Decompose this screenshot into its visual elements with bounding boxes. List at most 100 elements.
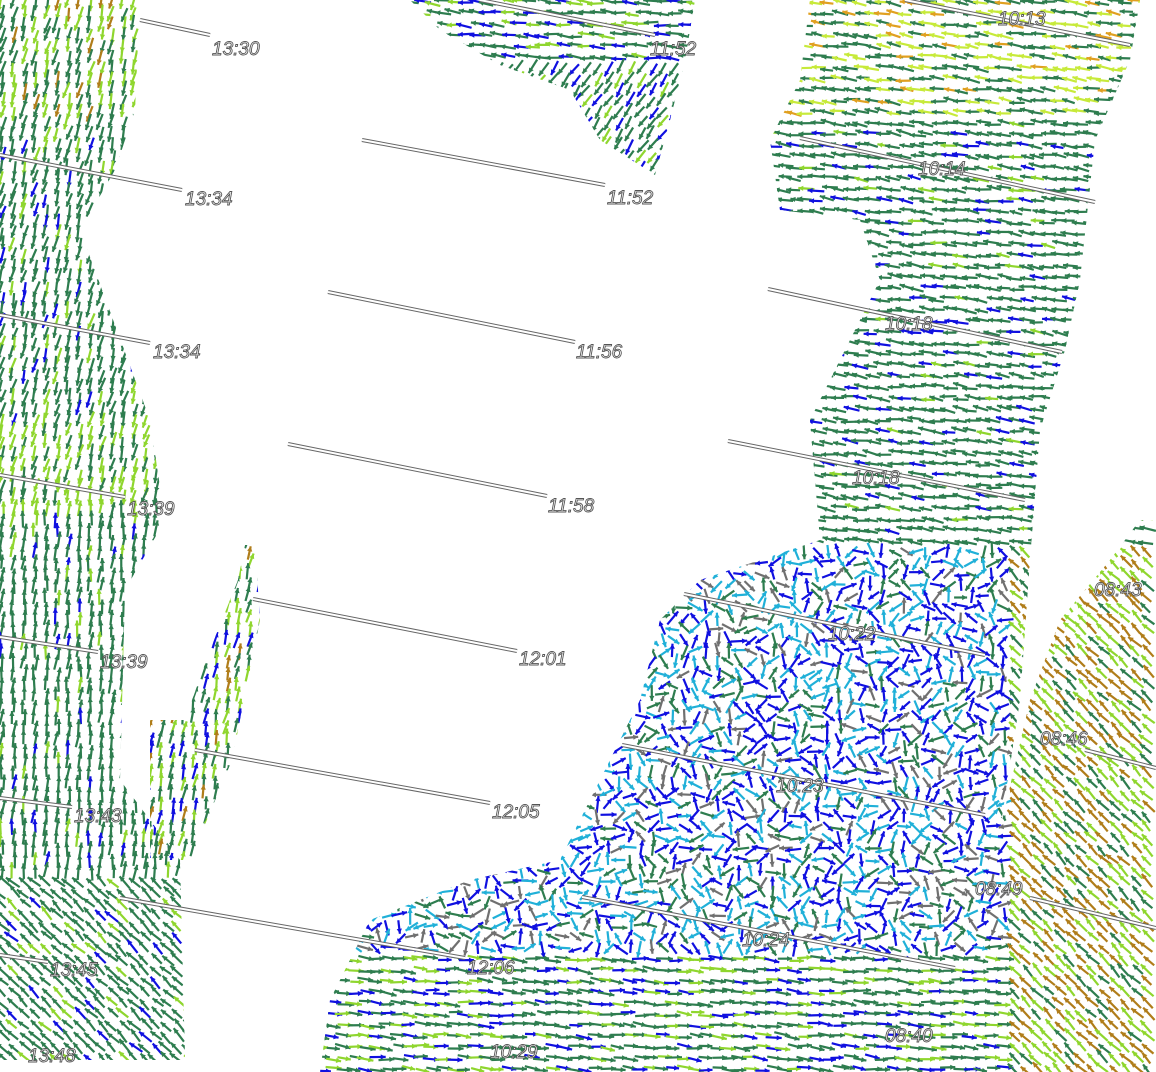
wind-vector-head [545, 55, 551, 61]
wind-vector [182, 930, 185, 944]
wind-vector-head [185, 325, 190, 330]
wind-vector [130, 227, 138, 242]
wind-vector-head [438, 133, 444, 140]
wind-vector-head [174, 369, 180, 375]
wind-vector [188, 623, 189, 638]
wind-vector [188, 249, 192, 263]
wind-vector [0, 983, 7, 998]
wind-vector-head [55, 676, 61, 682]
wind-vector [693, 93, 695, 107]
wind-vector [181, 632, 189, 648]
wind-vector [163, 400, 169, 418]
wind-vector-head [493, 135, 499, 141]
wind-vector [133, 590, 138, 605]
wind-vector-head [580, 168, 586, 174]
wind-vector-head [119, 156, 125, 162]
wind-vector [559, 159, 571, 174]
wind-vector-head [187, 500, 192, 505]
wind-vector-head [170, 545, 176, 550]
wind-vector-head [184, 181, 185, 187]
wind-vector [668, 138, 679, 151]
wind-vector [160, 695, 164, 713]
wind-vector-head [527, 135, 533, 141]
wind-vector-head [152, 80, 158, 87]
wind-vector [187, 8, 192, 21]
wind-vector [492, 136, 504, 153]
wind-vector-head [522, 0, 528, 4]
wind-vector-head [182, 921, 185, 927]
wind-vector [0, 998, 9, 1011]
wind-vector [410, 170, 417, 175]
wind-vector [174, 157, 179, 174]
wind-vector-head [191, 809, 197, 815]
wind-vector [166, 49, 171, 64]
wind-vector [156, 545, 164, 560]
wind-vector-head [9, 102, 15, 108]
wind-vector-head [214, 577, 220, 583]
wind-vector-head [163, 456, 169, 462]
wind-vector [169, 697, 176, 714]
wind-vector-head [160, 629, 166, 636]
wind-vector [183, 1054, 185, 1060]
wind-vector-head [120, 312, 126, 318]
wind-vector-head [140, 225, 146, 232]
wind-vector-head [188, 633, 193, 638]
wind-vector-head [691, 67, 695, 73]
wind-vector-head [403, 101, 408, 107]
wind-vector [689, 104, 695, 119]
wind-vector-head [132, 125, 138, 131]
wind-vector [513, 106, 527, 121]
wind-vector-head [22, 744, 28, 750]
wind-vector [446, 94, 458, 107]
wind-vector-head [429, 159, 435, 166]
wind-vector-head [502, 32, 508, 38]
wind-vector [120, 278, 129, 295]
wind-vector [190, 733, 191, 747]
wind-vector [162, 40, 168, 56]
wind-vector [223, 566, 229, 583]
wind-vector-head [258, 531, 263, 537]
wind-vector [131, 675, 138, 692]
wind-vector-head [579, 55, 585, 62]
wind-vector [152, 415, 159, 429]
wind-vector [171, 598, 177, 614]
wind-vector-head [185, 69, 190, 74]
wind-vector [109, 259, 116, 275]
wind-vector-head [159, 622, 165, 628]
wind-vector-head [404, 31, 409, 36]
wind-vector-head [175, 534, 181, 541]
wind-vector [691, 161, 695, 173]
wind-vector [256, 750, 260, 768]
wind-vector [503, 149, 514, 166]
wind-vector [176, 447, 184, 463]
wind-vector-head [164, 234, 170, 240]
wind-vector-head [174, 57, 180, 64]
wind-vector [162, 257, 170, 273]
wind-vector-head [132, 355, 138, 362]
wind-vector [537, 150, 548, 164]
wind-vector-head [434, 44, 441, 50]
wind-vector-head [109, 301, 115, 307]
wind-vector-head [402, 42, 407, 47]
wind-vector [211, 610, 218, 625]
wind-vector [154, 390, 159, 405]
wind-vector [448, 136, 458, 151]
wind-vector-head [12, 753, 18, 759]
wind-vector-head [163, 465, 169, 471]
wind-vector-head [503, 69, 510, 75]
wind-vector-head [236, 808, 242, 814]
wind-vector [161, 685, 165, 702]
wind-vector-head [187, 81, 192, 87]
wind-vector [410, 83, 415, 98]
wind-vector-head [470, 69, 476, 76]
wind-vector-head [653, 23, 659, 29]
wind-vector-head [118, 166, 124, 173]
wind-vector [176, 709, 182, 726]
wind-vector [440, 63, 449, 77]
wind-vector [131, 181, 140, 197]
wind-vector-head [75, 656, 82, 662]
wind-vector-head [130, 698, 136, 704]
wind-vector-head [437, 100, 442, 106]
wind-vector-head [20, 510, 26, 516]
wind-vector-head [129, 245, 135, 251]
